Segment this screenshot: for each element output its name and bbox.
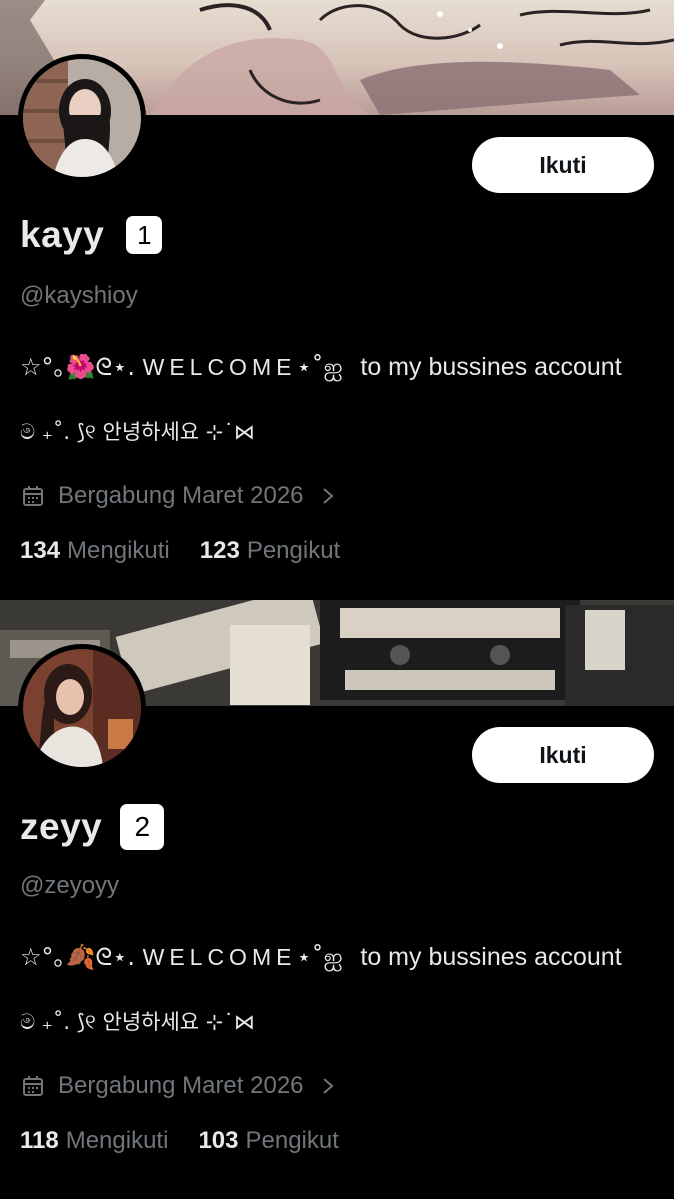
bio-mid: ᘓ⋆. [95,943,135,971]
bio-tail: to my bussines account [360,943,622,971]
bio-line-2: ම ₊˚. ⟆୧ 안녕하세요 ⊹˙⋈ [20,1010,255,1034]
followers-label: Pengikut [246,537,341,564]
bio-prefix: ☆°｡🍂 [20,943,96,971]
following-label: Mengikuti [67,537,170,564]
bio-mid: ᘓ⋆. [95,353,135,381]
bio-prefix: ☆°｡🌺 [20,353,96,381]
chevron-right-icon [322,1078,334,1094]
section-divider [0,590,674,600]
follow-stats: 118 Mengikuti 103 Pengikut [20,1127,369,1155]
name-row: kayy 1 [20,214,163,256]
followers-link[interactable]: 123 Pengikut [200,537,340,565]
avatar[interactable] [18,54,146,182]
bio-suffix: ⋆˚ஐ [296,353,343,381]
join-date[interactable]: Bergabung Maret 2026 [22,1072,334,1100]
followers-count: 103 [198,1127,239,1154]
following-count: 118 [20,1127,59,1154]
bio-tail: to my bussines account [360,353,622,381]
number-badge: 2 [120,804,165,850]
user-handle: @kayshioy [20,282,138,309]
bio-welcome: WELCOME [142,944,297,970]
bio-welcome: WELCOME [142,354,297,380]
followers-label: Pengikut [245,1127,339,1154]
user-handle: @zeyoyy [20,872,120,899]
following-link[interactable]: 134 Mengikuti [20,537,170,565]
profile-card: Ikuti zeyy 2 @zeyoyy ☆°｡🍂ᘓ⋆. WELCOME⋆˚ஐ … [0,600,674,1190]
followers-count: 123 [199,537,240,564]
join-date-text: Bergabung Maret 2026 [58,482,304,509]
join-date[interactable]: Bergabung Maret 2026 [22,482,334,510]
join-date-text: Bergabung Maret 2026 [58,1072,304,1099]
bio-suffix: ⋆˚ஐ [296,943,343,971]
calendar-icon [23,486,43,506]
followers-link[interactable]: 103 Pengikut [198,1127,338,1155]
follow-button[interactable]: Ikuti [472,137,654,193]
name-row: zeyy 2 [20,804,165,850]
bio-line-1: ☆°｡🍂ᘓ⋆. WELCOME⋆˚ஐ to my bussines accoun… [20,937,622,974]
follow-button[interactable]: Ikuti [472,727,654,783]
display-name: zeyy [20,806,103,847]
profile-card: Ikuti kayy 1 @kayshioy ☆°｡🌺ᘓ⋆. WELCOME⋆˚… [0,0,674,590]
avatar[interactable] [18,644,146,772]
follow-stats: 134 Mengikuti 123 Pengikut [20,537,370,565]
following-count: 134 [20,537,61,564]
following-label: Mengikuti [65,1127,169,1154]
bio-line-2: ම ₊˚. ⟆୧ 안녕하세요 ⊹˙⋈ [20,420,255,444]
number-badge: 1 [126,216,163,254]
calendar-icon [23,1076,43,1096]
bio-line-1: ☆°｡🌺ᘓ⋆. WELCOME⋆˚ஐ to my bussines accoun… [20,347,622,384]
avatar-photo [23,649,141,767]
chevron-right-icon [322,488,334,504]
following-link[interactable]: 118 Mengikuti [20,1127,168,1155]
avatar-photo [23,59,141,177]
display-name: kayy [20,214,105,255]
